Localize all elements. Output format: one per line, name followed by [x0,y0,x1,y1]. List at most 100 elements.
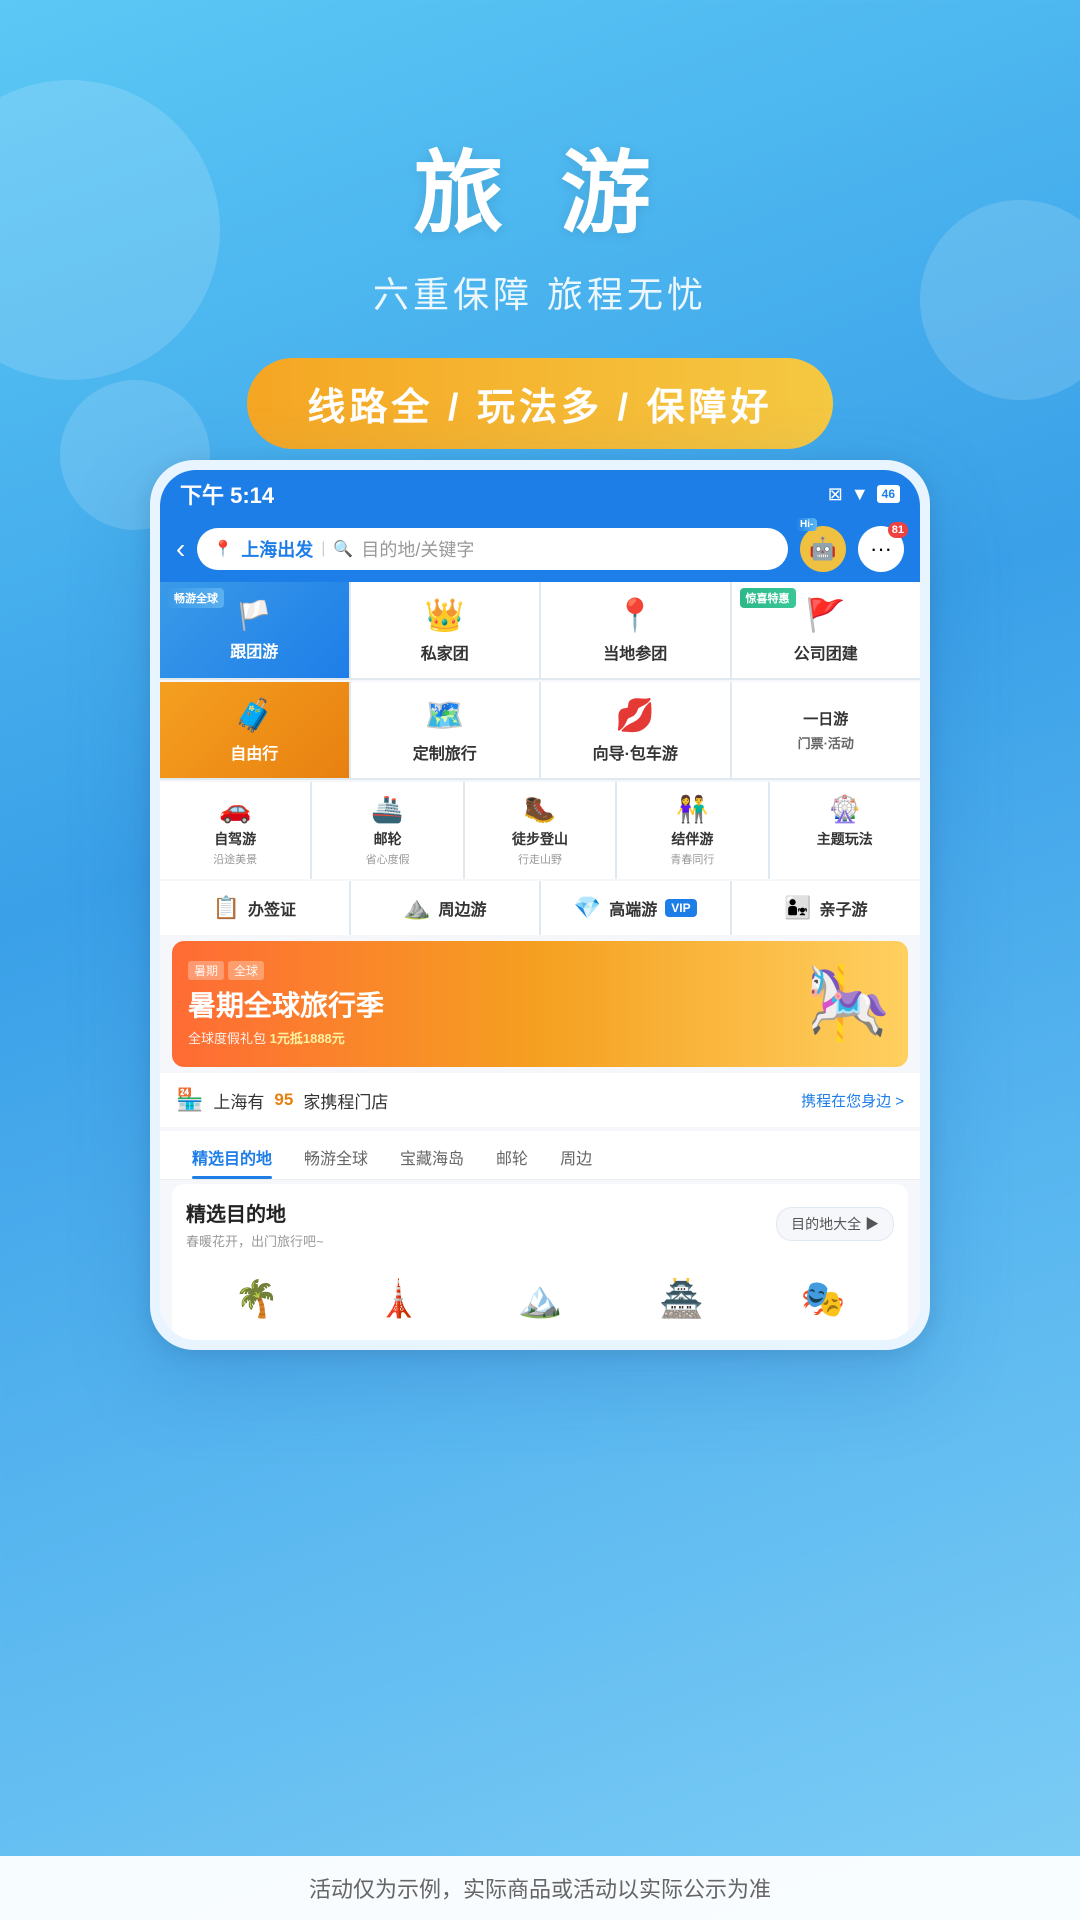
services-row: 📋 办签证 ⛰️ 周边游 💎 高端游 VIP 👨‍👧 亲子游 [160,881,920,935]
dest-img4: 🏯 [659,1278,704,1320]
dest-all-button[interactable]: 目的地大全 ▶ [776,1207,894,1241]
notification-button[interactable]: ··· 81 [858,526,904,572]
banner-highlight: 1元抵1888元 [270,1031,345,1046]
service-nearby[interactable]: ⛰️ 周边游 [351,881,540,935]
luxury-icon: 💎 [574,895,601,921]
wifi-icon: ▼ [851,484,869,505]
status-icons: ⊠ ▼ 46 [828,484,900,505]
store-info: 🏪 上海有 95 家携程门店 携程在您身边 > [160,1073,920,1127]
banner-illustration: 🎠 [805,963,892,1045]
cat-daytrip[interactable]: 一日游 门票·活动 [732,682,921,778]
label-visa: 办签证 [248,896,296,920]
cat-label-guide: 向导·包车游 [593,740,678,764]
cat-self-drive[interactable]: 🚗 自驾游 沿途美景 [160,782,310,879]
dest-img1: 🌴 [234,1278,279,1320]
nav-bar: ‹ 📍 上海出发 | 🔍 目的地/关键字 🤖 Hi- ··· 81 [160,516,920,582]
hi-badge: Hi- [796,518,817,531]
guide-icon: 💋 [615,696,655,734]
banner-sub-text: 全球度假礼包 [188,1031,266,1046]
sub-self-drive: 沿途美景 [213,851,257,867]
cat-label-local: 当地参团 [603,640,667,664]
hero-badge[interactable]: 线路全 / 玩法多 / 保障好 [247,358,832,449]
cat-label-company: 公司团建 [794,640,858,664]
vip-badge: VIP [665,899,696,917]
disclaimer: 活动仅为示例，实际商品或活动以实际公示为准 [0,1856,1080,1920]
back-button[interactable]: ‹ [176,533,185,565]
sub-hiking: 行走山野 [518,851,562,867]
category-row3: 🚗 自驾游 沿途美景 🚢 邮轮 省心度假 🥾 徒步登山 行走山野 [160,782,920,879]
search-bar[interactable]: 📍 上海出发 | 🔍 目的地/关键字 [197,528,788,570]
status-time: 下午 5:14 [180,478,274,510]
store-icon: 🏪 [176,1087,203,1113]
search-icon: 🔍 [333,539,353,559]
cat-badge-chanyou: 畅游全球 [168,588,224,608]
visa-icon: 📋 [213,895,240,921]
label-theme: 主题玩法 [817,829,873,849]
dest-title: 精选目的地 [186,1198,324,1227]
dest-img2: 🗼 [376,1278,421,1320]
label-hiking: 徒步登山 [512,829,568,849]
map-icon: 🗺️ [425,696,465,734]
tab-island[interactable]: 宝藏海岛 [384,1131,480,1179]
cat-cruise[interactable]: 🚢 邮轮 省心度假 [312,782,462,879]
dest-sub: 春暖花开，出门旅行吧~ [186,1231,324,1250]
cat-custom-travel[interactable]: 🗺️ 定制旅行 [351,682,540,778]
banner-tag1: 暑期 [188,961,224,980]
banner-tags: 暑期 全球 [188,961,793,980]
cat-guide-car[interactable]: 💋 向导·包车游 [541,682,730,778]
cat-hiking[interactable]: 🥾 徒步登山 行走山野 [465,782,615,879]
location-icon: 📍 [213,539,233,559]
phone-inner: 下午 5:14 ⊠ ▼ 46 ‹ 📍 上海出发 | 🔍 目的地/关键字 [160,470,920,1340]
tab-global[interactable]: 畅游全球 [288,1131,384,1179]
sub-partner: 青春同行 [670,851,714,867]
dest-img5: 🎭 [801,1278,846,1320]
phone-outer: 下午 5:14 ⊠ ▼ 46 ‹ 📍 上海出发 | 🔍 目的地/关键字 [150,460,930,1350]
label-luxury: 高端游 [609,896,657,920]
sub-cruise: 省心度假 [366,851,410,867]
cat-label-free: 自由行 [230,740,278,764]
category-grid-row2: 🧳 自由行 🗺️ 定制旅行 💋 向导·包车游 一日游 门票·活动 [160,682,920,780]
ship-icon: 🚢 [371,794,403,825]
store-count: 95 [274,1090,293,1110]
more-dots-icon: ··· [870,536,892,562]
service-visa[interactable]: 📋 办签证 [160,881,349,935]
app-content: 畅游全球 🏳️ 跟团游 👑 私家团 📍 当地参团 惊喜特惠 🚩 [160,582,920,1340]
banner-tag2: 全球 [228,961,264,980]
battery-icon: 46 [877,485,900,503]
cat-local-tour[interactable]: 📍 当地参团 [541,582,730,678]
cat-label-custom: 定制旅行 [413,740,477,764]
cat-badge-special: 惊喜特惠 [740,588,796,608]
banner-sub: 全球度假礼包 1元抵1888元 [188,1028,793,1047]
cat-company-tour[interactable]: 惊喜特惠 🚩 公司团建 [732,582,921,678]
cat-partner[interactable]: 👫 结伴游 青春同行 [617,782,767,879]
category-grid-row1: 畅游全球 🏳️ 跟团游 👑 私家团 📍 当地参团 惊喜特惠 🚩 [160,582,920,680]
cat-group-tour[interactable]: 畅游全球 🏳️ 跟团游 [160,582,349,678]
tab-nearby[interactable]: 周边 [544,1131,608,1179]
family-icon: 👨‍👧 [784,895,811,921]
dest-img3: 🏔️ [518,1278,563,1320]
store-left: 🏪 上海有 95 家携程门店 [176,1087,388,1113]
label-nearby: 周边游 [438,896,486,920]
tab-selected-dest[interactable]: 精选目的地 [176,1131,288,1179]
cat-theme[interactable]: 🎡 主题玩法 [770,782,920,879]
tab-cruise[interactable]: 邮轮 [480,1131,544,1179]
dest-header: 精选目的地 春暖花开，出门旅行吧~ 目的地大全 ▶ [186,1198,894,1250]
service-luxury[interactable]: 💎 高端游 VIP [541,881,730,935]
notification-badge: 81 [888,522,908,538]
promo-banner[interactable]: 暑期 全球 暑期全球旅行季 全球度假礼包 1元抵1888元 🎠 [172,941,908,1067]
cat-label-group-tour: 跟团游 [230,638,278,662]
dest-section: 精选目的地 春暖花开，出门旅行吧~ 目的地大全 ▶ 🌴 🗼 🏔️ 🏯 🎭 [172,1184,908,1340]
banner-title: 暑期全球旅行季 [188,984,793,1024]
cat-free-travel[interactable]: 🧳 自由行 [160,682,349,778]
store-text1: 上海有 [213,1088,264,1113]
store-link[interactable]: 携程在您身边 > [801,1090,904,1111]
luggage-icon: 🧳 [234,696,274,734]
cat-private-tour[interactable]: 👑 私家团 [351,582,540,678]
avatar-icon: 🤖 [809,536,836,562]
service-family[interactable]: 👨‍👧 亲子游 [732,881,921,935]
depart-label: 上海出发 [241,536,313,562]
car-icon: 🚗 [219,794,251,825]
cat-label-ticket: 门票·活动 [798,733,854,752]
user-avatar[interactable]: 🤖 Hi- [800,526,846,572]
flag-icon: 🏳️ [237,599,272,632]
